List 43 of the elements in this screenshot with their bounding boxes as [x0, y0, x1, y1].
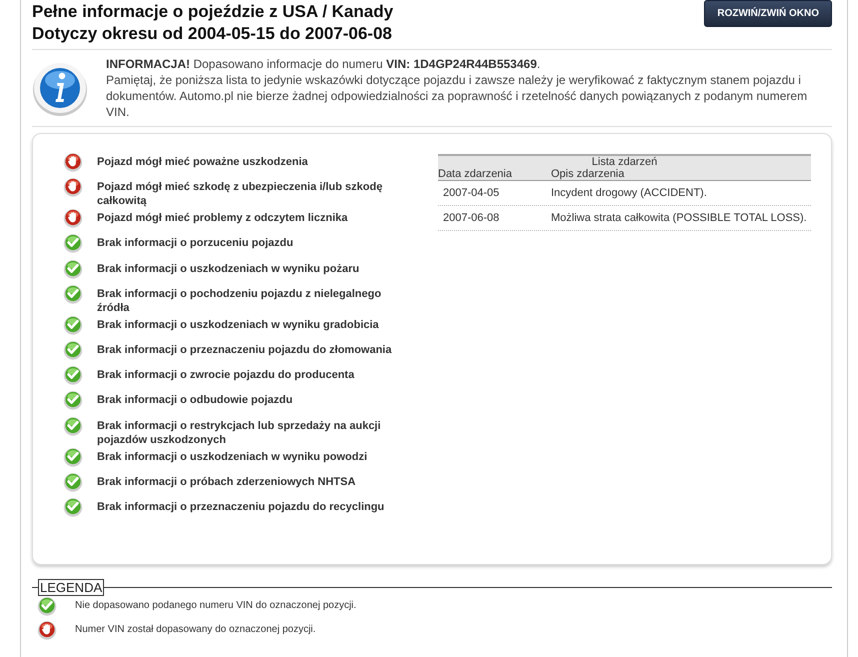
page-title: Pełne informacje o pojeździe z USA / Kanady [32, 1, 394, 22]
hand-icon [63, 208, 83, 228]
check-label: Pojazd mógł mieć szkodę z ubezpieczenia i/lub szkodę całkowitą [97, 180, 384, 208]
legend-text: Nie dopasowano podanego numeru VIN do oznaczonej pozycji. [75, 599, 356, 611]
legend-text: Numer VIN został dopasowany do oznaczonej pozycji. [75, 623, 316, 635]
check-label: Brak informacji o uszkodzeniach w wyniku gradobicia [97, 318, 379, 332]
check-label: Brak informacji o zwrocie pojazdu do producenta [97, 368, 354, 382]
table-cell-text: Incydent drogowy (ACCIDENT). [551, 187, 708, 199]
check-label: Brak informacji o uszkodzeniach w wyniku powodzi [97, 450, 368, 464]
check-icon [63, 472, 83, 492]
check-label: Brak informacji o restrykcjach lub sprzedaży na aukcji pojazdów uszkodzonych [97, 418, 382, 446]
toggle-window-button[interactable]: ROZWIŃ/ZWIŃ OKNO [704, 0, 832, 27]
vin-match-message: INFORMACJA! Dopasowano informacje do numeru VIN: 1D4GP24R44B553469. [106, 56, 542, 72]
check-label: Brak informacji o odbudowie pojazdu [97, 393, 293, 408]
check-label: Brak informacji o próbach zderzeniowych NHTSA [97, 474, 356, 489]
check-label: Brak informacji o uszkodzeniach w wyniku pożaru [97, 262, 360, 276]
check-icon [63, 258, 83, 279]
check-icon [63, 340, 83, 360]
check-icon [63, 390, 83, 410]
table-cell-text: Możliwa strata całkowita (POSSIBLE TOTAL LOSS). [551, 212, 808, 224]
disclaimer-text: Pamiętaj, że poniższa lista to jedynie wskazówki dotyczące pojazdu i zawsze należy je weryfikować z faktycznym stanem pojazdu i dokumentów. Automo.pl nie bierze żadnej odpowiedzialności za poprawność i rzetelność danych powiązanych z podanym numerem VIN. [106, 72, 808, 120]
check-icon [63, 233, 83, 254]
check-label: Pojazd mógł mieć poważne uszkodzenia [97, 155, 308, 169]
check-icon [37, 596, 57, 616]
check-icon [63, 365, 83, 386]
column-header: Opis zdarzenia [551, 168, 626, 180]
check-icon [63, 284, 83, 304]
period-title: Dotyczy okresu od 2004-05-15 do 2007-06-08 [32, 23, 394, 44]
events-table-title: Lista zdarzeń [590, 156, 658, 168]
check-icon [63, 314, 83, 335]
check-icon [63, 496, 83, 517]
hand-icon [63, 177, 83, 198]
check-icon [63, 446, 83, 466]
check-icon [63, 416, 83, 436]
check-label: Brak informacji o pochodzeniu pojazdu z nielegalnego źródła [97, 286, 382, 315]
hand-icon [63, 152, 83, 172]
check-label: Pojazd mógł mieć problemy z odczytem licznika [97, 211, 348, 226]
legend-title: LEGENDA [38, 579, 104, 596]
hand-icon [37, 620, 57, 640]
column-header: Data zdarzenia [438, 168, 513, 180]
check-label: Brak informacji o przeznaczeniu pojazdu do recyclingu [97, 500, 384, 514]
check-label: Brak informacji o przeznaczeniu pojazdu do złomowania [97, 342, 392, 357]
check-label: Brak informacji o porzuceniu pojazdu [97, 236, 294, 250]
